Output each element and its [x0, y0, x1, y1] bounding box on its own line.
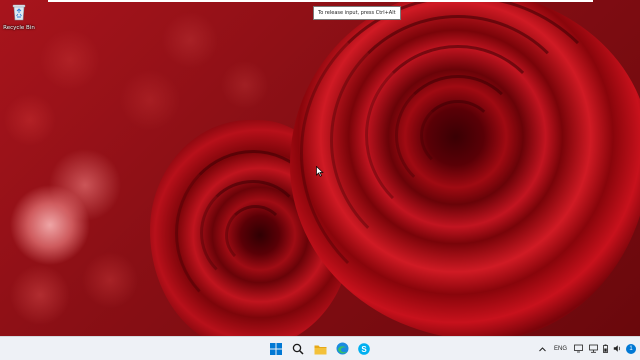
folder-icon: [314, 340, 327, 359]
vm-connection-bar: [48, 0, 593, 2]
notification-badge: 1: [626, 343, 636, 354]
edge-browser-icon: [336, 340, 349, 359]
display-icon: [574, 344, 583, 353]
volume-icon: [613, 344, 622, 353]
search-button[interactable]: [290, 341, 306, 357]
chevron-up-icon: [538, 339, 547, 358]
taskbar: S ENG 1: [0, 336, 640, 360]
recycle-bin-icon: [12, 4, 26, 21]
skype-icon: S: [358, 340, 370, 359]
tray-network-button[interactable]: [589, 337, 598, 360]
mouse-cursor-icon: [316, 162, 324, 181]
desktop-icon-label: Recycle Bin: [3, 25, 35, 31]
desktop-wallpaper[interactable]: Recycle Bin: [0, 0, 640, 336]
notification-button[interactable]: 1: [626, 337, 636, 360]
edge-browser-button[interactable]: [334, 341, 350, 357]
battery-icon: [601, 344, 610, 353]
skype-button[interactable]: S: [356, 341, 372, 357]
tray-overflow-button[interactable]: [538, 337, 547, 360]
language-indicator[interactable]: ENG: [554, 337, 567, 360]
language-label: ENG: [554, 345, 568, 352]
tray-battery-button[interactable]: [601, 337, 610, 360]
svg-text:S: S: [361, 345, 367, 354]
wallpaper-rose-large: [290, 0, 640, 336]
start-button[interactable]: [268, 341, 284, 357]
tray-display-button[interactable]: [574, 337, 583, 360]
windows-logo-icon: [270, 340, 282, 359]
search-icon: [292, 340, 304, 359]
desktop-icon-recycle-bin[interactable]: Recycle Bin: [2, 4, 36, 31]
release-input-tooltip: To release input, press Ctrl+Alt: [313, 6, 401, 20]
tray-volume-button[interactable]: [613, 337, 622, 360]
file-explorer-button[interactable]: [312, 341, 328, 357]
network-icon: [589, 344, 598, 353]
